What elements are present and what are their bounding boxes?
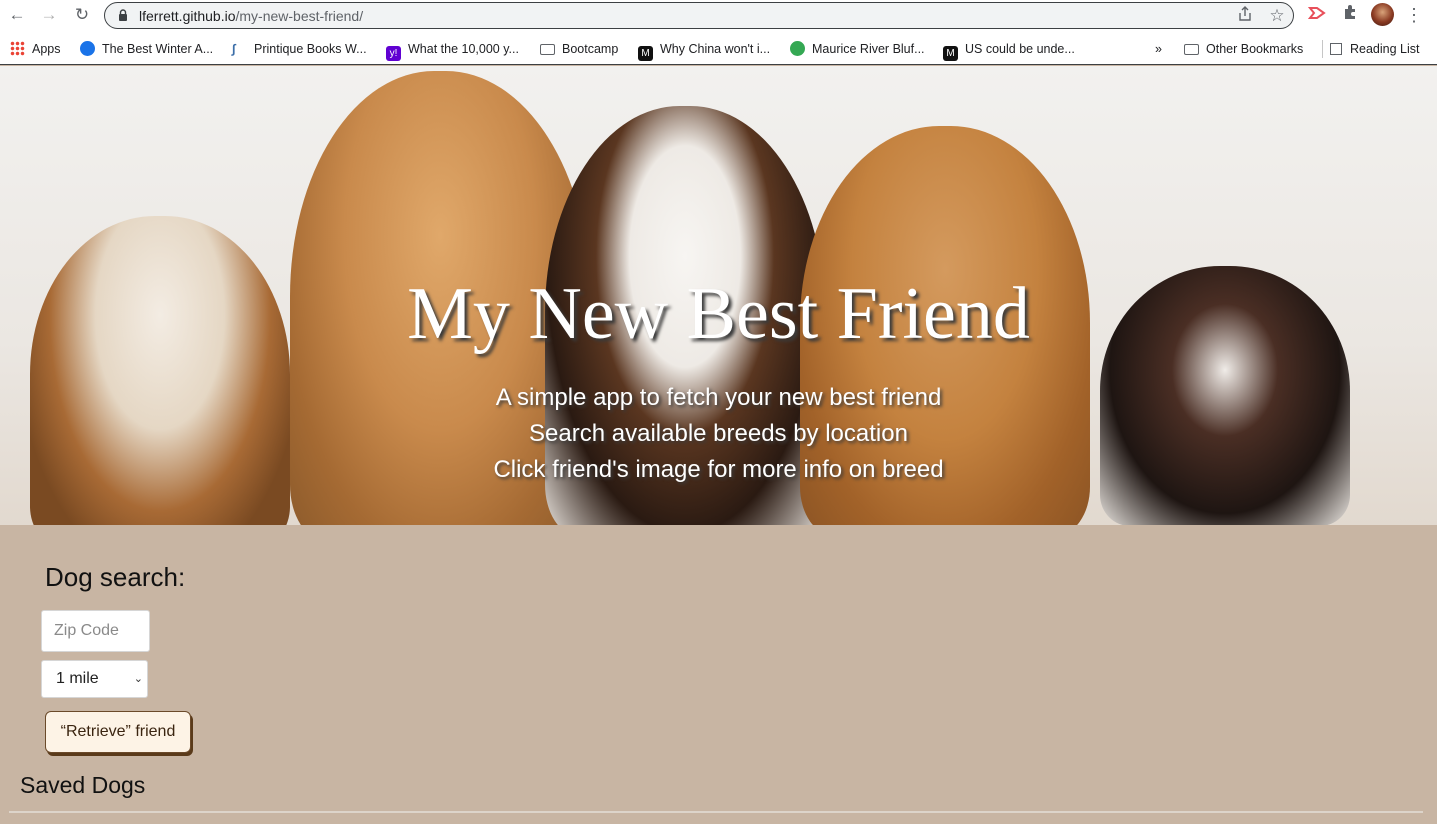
- bookmark-best-winter[interactable]: The Best Winter A...: [80, 40, 213, 58]
- apps-grid-icon: [10, 41, 25, 56]
- dog-search-heading: Dog search:: [45, 562, 186, 592]
- folder-icon: [1184, 44, 1199, 55]
- bookmark-label: Why China won't i...: [660, 42, 771, 56]
- hero-banner: My New Best Friend A simple app to fetch…: [0, 66, 1437, 525]
- bookmark-label: What the 10,000 y...: [408, 42, 519, 56]
- url-text: lferrett.github.io/my-new-best-friend/: [139, 8, 363, 24]
- yahoo-icon: y!: [386, 46, 401, 61]
- distance-selected-value: 1 mile: [56, 670, 99, 687]
- address-bar[interactable]: lferrett.github.io/my-new-best-friend/ ☆: [104, 2, 1294, 29]
- extensions-puzzle-icon[interactable]: [1339, 4, 1361, 26]
- bookmark-what-the-10000[interactable]: y! What the 10,000 y...: [386, 40, 519, 61]
- bookmark-maurice-river[interactable]: Maurice River Bluf...: [790, 40, 925, 58]
- bookmarks-bar: Apps The Best Winter A... ∫ Printique Boo…: [0, 31, 1437, 65]
- saved-dogs-divider: [9, 811, 1423, 813]
- bookmark-star-icon[interactable]: ☆: [1267, 6, 1287, 26]
- bookmark-apps[interactable]: Apps: [10, 40, 61, 58]
- browser-toolbar: ← → ↻ lferrett.github.io/my-new-best-fri…: [0, 0, 1437, 31]
- bookmarks-divider: [1322, 40, 1323, 58]
- hero-title: My New Best Friend: [407, 273, 1030, 355]
- earth-icon: [790, 41, 805, 56]
- url-path: /my-new-best-friend/: [235, 8, 364, 24]
- saved-dogs-heading: Saved Dogs: [20, 772, 146, 798]
- bookmark-bootcamp[interactable]: Bootcamp: [540, 40, 618, 58]
- retrieve-friend-button[interactable]: “Retrieve” friend: [45, 711, 191, 753]
- share-icon[interactable]: [1235, 6, 1255, 26]
- bookmark-label: Apps: [32, 42, 61, 56]
- globe-icon: [80, 41, 95, 56]
- zip-code-input[interactable]: [41, 610, 150, 652]
- hero-tagline: Click friend's image for more info on br…: [493, 456, 944, 483]
- url-host: lferrett.github.io: [139, 8, 236, 24]
- hero-tagline: Search available breeds by location: [529, 420, 908, 447]
- printique-icon: ∫: [232, 42, 236, 56]
- extension-cast-icon[interactable]: [1306, 4, 1328, 26]
- hero-tagline: A simple app to fetch your new best frie…: [495, 384, 942, 411]
- bookmark-label: Maurice River Bluf...: [812, 42, 925, 56]
- reading-list[interactable]: Reading List: [1330, 40, 1420, 58]
- bookmark-us-could-be[interactable]: M US could be unde...: [943, 40, 1075, 61]
- profile-avatar[interactable]: [1371, 3, 1394, 26]
- medium-icon: M: [943, 46, 958, 61]
- other-bookmarks-label: Other Bookmarks: [1206, 42, 1304, 56]
- menu-kebab-icon[interactable]: ⋮: [1403, 4, 1425, 26]
- chevron-down-icon: ⌄: [133, 673, 143, 685]
- distance-select[interactable]: 1 mile ⌄: [41, 660, 148, 698]
- back-arrow-icon[interactable]: ←: [6, 4, 28, 26]
- bookmark-label: The Best Winter A...: [102, 42, 214, 56]
- reading-list-label: Reading List: [1350, 42, 1420, 56]
- medium-icon: M: [638, 46, 653, 61]
- bookmark-why-china[interactable]: M Why China won't i...: [638, 40, 771, 61]
- lock-icon[interactable]: [113, 6, 133, 26]
- forward-arrow-icon[interactable]: →: [38, 4, 60, 26]
- bookmarks-overflow-chevron-icon[interactable]: »: [1155, 40, 1162, 58]
- other-bookmarks[interactable]: Other Bookmarks: [1184, 40, 1303, 58]
- bookmark-label: US could be unde...: [965, 42, 1075, 56]
- bookmark-printique[interactable]: ∫ Printique Books W...: [232, 40, 367, 58]
- bookmark-label: Bootcamp: [562, 42, 619, 56]
- reload-icon[interactable]: ↻: [71, 4, 93, 26]
- folder-icon: [540, 44, 555, 55]
- bookmark-label: Printique Books W...: [254, 42, 367, 56]
- reading-list-icon: [1330, 43, 1342, 55]
